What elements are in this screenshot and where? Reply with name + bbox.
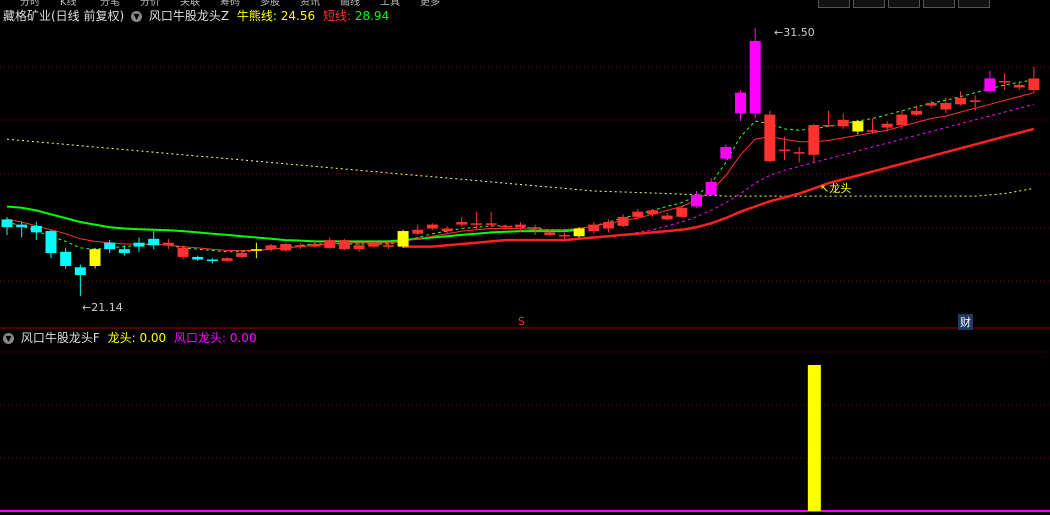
candle-body [412,229,424,234]
fengkou-label: 风口龙头: [173,331,227,345]
candle-body [324,240,336,248]
candle-body [955,97,967,105]
candle-body [280,244,292,251]
candle-body [823,125,835,127]
candle-body [250,249,262,251]
candle-body [602,222,614,229]
candle-body [617,216,629,226]
candle-body [353,245,365,250]
main-panel-header: 藏格矿业(日线 前复权) ▼ 风口牛股龙头Z 牛熊线: 24.56 短线: 28… [3,8,389,24]
longtou-marker: ↖龙头 [820,182,852,195]
candle-body [925,103,937,106]
candle-body [764,114,776,162]
candle-body [236,253,248,257]
candle-body [779,149,791,152]
indicator-name: 风口牛股龙头Z [148,9,230,23]
candle-body [206,259,218,262]
candle-body [969,100,981,102]
stock-title: 藏格矿业(日线 前复权) [3,9,125,23]
niu-xiong-label: 牛熊线: [236,9,277,23]
candle-body [74,267,86,276]
longtou-value-label: 龙头: [107,331,136,345]
candle-body [60,251,72,266]
candle-body [867,130,879,132]
candle-body [192,256,204,260]
candle-body [1,219,13,228]
indicator-settings-icon[interactable]: ▼ [131,11,143,22]
candle-body [104,242,116,250]
candle-body [720,146,732,159]
candle-body [896,114,908,126]
candle-body [500,225,512,228]
candle-body [30,225,42,233]
short-line-value: 28.94 [354,9,390,23]
candle-body [676,207,688,217]
candle-body [148,238,160,246]
candle-body [558,234,570,237]
candle-body [133,242,145,247]
candle-body [808,125,820,155]
s-marker: S [518,315,525,328]
candle-body [441,228,453,232]
niu-xiong-value: 24.56 [280,9,316,23]
longtou-signal-bar [807,365,821,511]
longtou-arrow-icon: ↖ [820,182,830,195]
cai-marker[interactable]: 财 [958,314,973,330]
sub-indicator-name: 风口牛股龙头F [20,331,100,345]
candle-body [544,232,556,235]
candle-body [1013,84,1025,88]
candle-body [338,240,350,250]
ma-yellow-dashed-line [6,138,1034,197]
candle-body [588,224,600,232]
candle-body [837,119,849,127]
candle-body [456,222,468,225]
candle-body [911,110,923,115]
candle-body [852,121,864,132]
longtou-value: 0.00 [139,331,167,345]
candle-body [984,78,996,92]
high-price-label: ←31.50 [774,26,815,39]
candle-body [749,40,761,114]
candle-body [690,194,702,207]
candle-body [529,227,541,229]
candle-body [16,224,28,228]
short-line-label: 短线: [322,9,352,23]
candle-body [265,245,277,250]
candle-body [573,228,585,237]
low-arrow-icon: ← [82,301,92,314]
candle-body [368,242,380,247]
candle-body [646,210,658,215]
kline-chart [0,28,1050,512]
candle-body [177,247,189,257]
candle-body [89,249,101,266]
candle-body [485,223,497,225]
sub-indicator-settings-icon[interactable]: ▼ [3,333,14,344]
candle-body [940,103,952,110]
candle-body [514,224,526,228]
low-price-label: ←21.14 [82,301,123,314]
candle-body [881,123,893,128]
candle-body [426,224,438,229]
sub-panel-header: ▼ 风口牛股龙头F 龙头: 0.00 风口龙头: 0.00 [3,330,257,346]
candle-body [632,211,644,217]
candle-body [793,152,805,154]
candle-body [118,249,130,254]
candle-body [294,245,306,247]
candle-body [705,181,717,195]
candle-body [661,215,673,220]
high-arrow-icon: ← [774,26,784,39]
candle-body [221,258,233,261]
candle-body [735,92,746,114]
candle-body [309,244,321,247]
candle-body [45,231,57,254]
fengkou-value: 0.00 [229,331,257,345]
candle-body [382,245,394,247]
candle-body [397,231,409,247]
candle-body [1028,78,1040,91]
candle-body [470,223,482,225]
candle-body [999,81,1011,83]
candle-body [162,242,174,246]
